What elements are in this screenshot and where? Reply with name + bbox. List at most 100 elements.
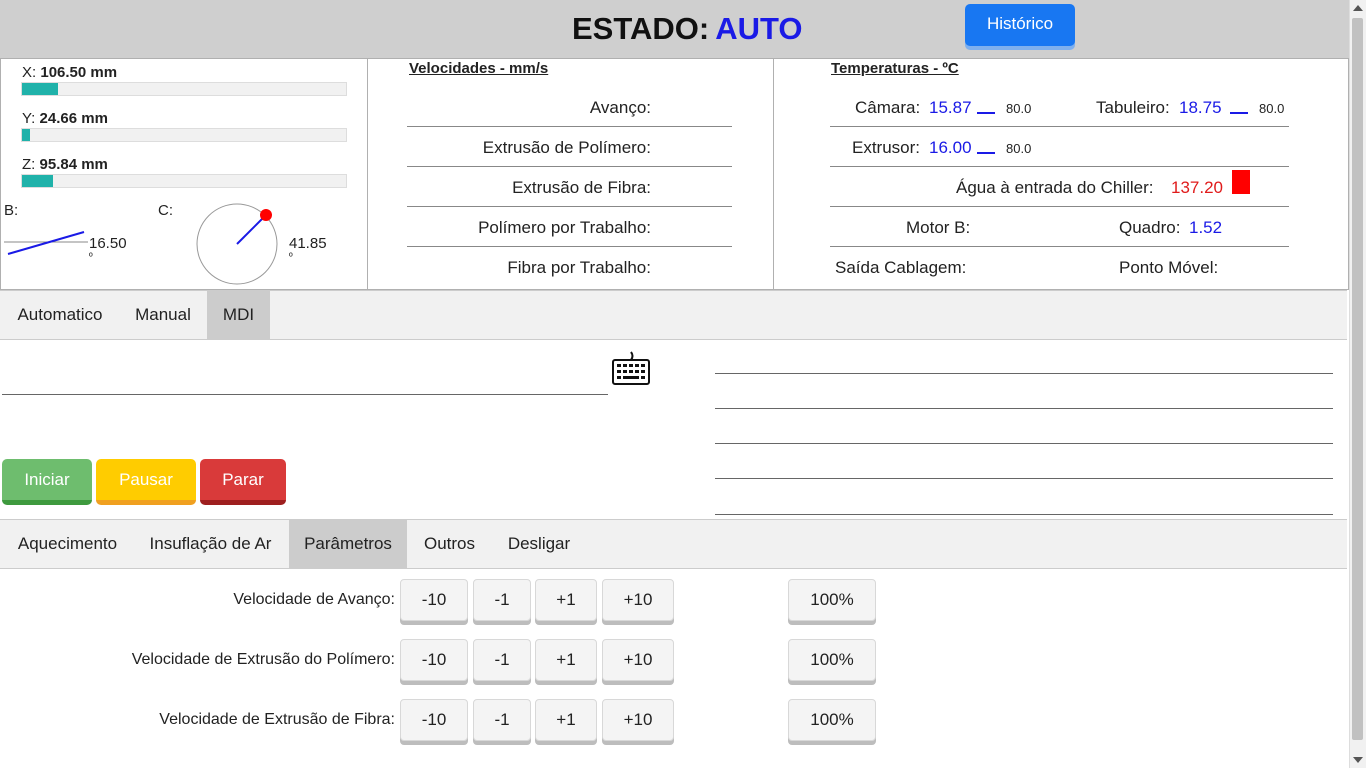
tab-outros[interactable]: Outros xyxy=(409,520,490,568)
polimero-minus-10-button[interactable]: -10 xyxy=(400,639,468,681)
tab-insuflacao-ar[interactable]: Insuflação de Ar xyxy=(133,520,288,568)
parar-button[interactable]: Parar xyxy=(200,459,286,505)
axis-x-bar-fill xyxy=(22,83,58,95)
pausar-button[interactable]: Pausar xyxy=(96,459,196,505)
axis-x-readout: X: 106.50 mm xyxy=(22,64,117,81)
axis-z-label: Z: xyxy=(22,156,36,173)
axis-b-gauge-icon xyxy=(4,231,88,255)
mdi-history-line xyxy=(715,514,1333,515)
vel-fibra-trabalho-label: Fibra por Trabalho: xyxy=(507,258,651,277)
tab-parametros[interactable]: Parâmetros xyxy=(289,520,407,568)
iniciar-button[interactable]: Iniciar xyxy=(2,459,92,505)
axis-y-bar-fill xyxy=(22,129,31,141)
param-avanco-label: Velocidade de Avanço: xyxy=(233,591,395,608)
status-display: ESTADO: AUTO xyxy=(572,11,802,47)
temp-extrusor-label: Extrusor: xyxy=(852,138,921,157)
fibra-minus-1-button[interactable]: -1 xyxy=(473,699,531,741)
axis-b-label: B: xyxy=(4,202,19,219)
axis-y-readout: Y: 24.66 mm xyxy=(22,110,108,127)
divider xyxy=(407,166,732,167)
mode-tab-bar: Automatico Manual MDI xyxy=(0,290,1347,340)
divider xyxy=(830,166,1289,167)
axis-z-value: 95.84 mm xyxy=(39,156,108,173)
ponto-movel-label: Ponto Móvel: xyxy=(1119,258,1219,277)
keyboard-icon[interactable] xyxy=(611,350,651,386)
tab-desligar[interactable]: Desligar xyxy=(492,520,586,568)
temp-tabuleiro-value: 18.75 xyxy=(1179,98,1222,117)
divider xyxy=(830,126,1289,127)
axis-x-bar xyxy=(21,82,347,96)
divider xyxy=(407,206,732,207)
temp-camara-label: Câmara: xyxy=(855,98,921,117)
settings-tab-bar: Aquecimento Insuflação de Ar Parâmetros … xyxy=(0,519,1347,569)
avanco-minus-1-button[interactable]: -1 xyxy=(473,579,531,621)
temp-extrusor-value: 16.00 xyxy=(929,138,972,157)
axis-y-bar xyxy=(21,128,347,142)
status-value: AUTO xyxy=(715,11,803,46)
divider xyxy=(830,206,1289,207)
axis-c-dial-icon xyxy=(196,203,278,285)
historico-button[interactable]: Histórico xyxy=(965,4,1075,46)
axis-y-label: Y: xyxy=(22,110,36,127)
axis-b-unit: º xyxy=(89,252,93,263)
scroll-up-icon[interactable] xyxy=(1353,5,1363,11)
mdi-input-line[interactable] xyxy=(2,394,608,395)
velocidades-title: Velocidades - mm/s xyxy=(409,60,549,77)
avanco-reset-button[interactable]: 100% xyxy=(788,579,876,621)
axis-z-bar xyxy=(21,174,347,188)
temp-extrusor-level-mark xyxy=(977,152,995,154)
velocidades-panel xyxy=(367,58,774,290)
tab-mdi[interactable]: MDI xyxy=(207,291,270,339)
vel-polimero-trabalho-label: Polímero por Trabalho: xyxy=(478,218,651,237)
temp-tabuleiro-level-mark xyxy=(1230,112,1248,114)
fibra-plus-10-button[interactable]: +10 xyxy=(602,699,674,741)
quadro-label: Quadro: xyxy=(1119,218,1181,237)
temp-extrusor-setpoint: 80.0 xyxy=(1006,141,1032,156)
avanco-plus-10-button[interactable]: +10 xyxy=(602,579,674,621)
temp-tabuleiro-setpoint: 80.0 xyxy=(1259,101,1285,116)
param-extrusao-fibra-label: Velocidade de Extrusão de Fibra: xyxy=(159,711,395,728)
polimero-plus-10-button[interactable]: +10 xyxy=(602,639,674,681)
temp-camara-value: 15.87 xyxy=(929,98,972,117)
axis-x-label: X: xyxy=(22,64,37,81)
chiller-alarm-indicator xyxy=(1232,170,1250,194)
mdi-history-line xyxy=(715,373,1333,374)
polimero-minus-1-button[interactable]: -1 xyxy=(473,639,531,681)
temperaturas-title: Temperaturas - ºC xyxy=(831,60,959,77)
fibra-plus-1-button[interactable]: +1 xyxy=(535,699,597,741)
temp-camara-level-mark xyxy=(977,112,995,114)
scroll-down-icon[interactable] xyxy=(1353,757,1363,763)
avanco-plus-1-button[interactable]: +1 xyxy=(535,579,597,621)
vel-extrusao-polimero-label: Extrusão de Polímero: xyxy=(482,138,651,157)
vel-extrusao-fibra-label: Extrusão de Fibra: xyxy=(512,178,651,197)
divider xyxy=(407,126,732,127)
axis-b-value: 16.50 xyxy=(89,235,127,252)
temp-agua-chiller-value: 137.20 xyxy=(1171,178,1223,197)
avanco-minus-10-button[interactable]: -10 xyxy=(400,579,468,621)
tab-manual[interactable]: Manual xyxy=(120,291,206,339)
scrollbar-thumb[interactable] xyxy=(1352,18,1363,740)
tab-aquecimento[interactable]: Aquecimento xyxy=(2,520,133,568)
polimero-plus-1-button[interactable]: +1 xyxy=(535,639,597,681)
param-extrusao-polimero-label: Velocidade de Extrusão do Polímero: xyxy=(131,651,395,668)
mdi-command-input[interactable] xyxy=(2,344,608,394)
polimero-reset-button[interactable]: 100% xyxy=(788,639,876,681)
axis-y-value: 24.66 mm xyxy=(39,110,108,127)
divider xyxy=(407,246,732,247)
temp-camara-setpoint: 80.0 xyxy=(1006,101,1032,116)
divider xyxy=(830,246,1289,247)
quadro-value: 1.52 xyxy=(1189,218,1223,237)
temperaturas-panel xyxy=(773,58,1349,290)
temp-tabuleiro-label: Tabuleiro: xyxy=(1096,98,1170,117)
status-label: ESTADO: xyxy=(572,11,710,46)
saida-cablagem-label: Saída Cablagem: xyxy=(835,258,967,277)
axis-z-readout: Z: 95.84 mm xyxy=(22,156,108,173)
fibra-reset-button[interactable]: 100% xyxy=(788,699,876,741)
vel-avanco-label: Avanço: xyxy=(589,98,651,117)
mdi-history-line xyxy=(715,443,1333,444)
axis-z-bar-fill xyxy=(22,175,53,187)
tab-automatico[interactable]: Automatico xyxy=(2,291,118,339)
mdi-history-line xyxy=(715,478,1333,479)
fibra-minus-10-button[interactable]: -10 xyxy=(400,699,468,741)
axis-c-unit: º xyxy=(289,252,293,263)
